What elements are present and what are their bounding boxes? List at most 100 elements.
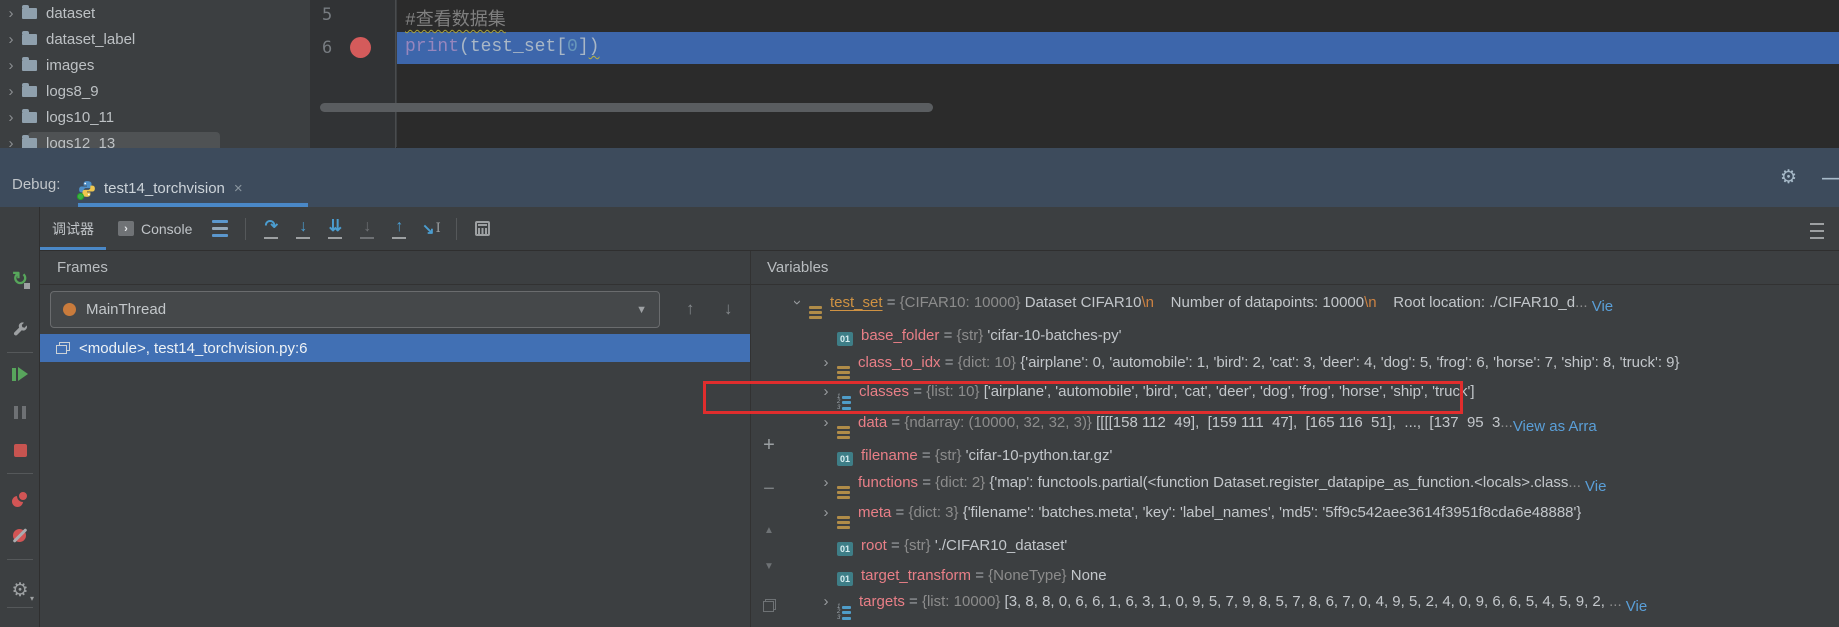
chevron-right-icon[interactable]: › — [0, 32, 22, 47]
variable-value-token: {'map': functools.partial(<function Data… — [989, 473, 1569, 491]
tab-console[interactable]: › Console — [106, 207, 204, 250]
view-link[interactable]: Vie — [1588, 298, 1613, 315]
editor-area: › dataset › dataset_label › images › logs8_9 › lo… — [0, 0, 1839, 148]
variable-row-targets[interactable]: › targets = {list: 10000} [3, 8, 8, 0, 6,… — [787, 591, 1839, 621]
tree-item-dataset[interactable]: › dataset — [0, 0, 310, 26]
variable-row-classes[interactable]: › classes = {list: 10} ['airplane', 'auto… — [787, 381, 1839, 411]
close-tab-icon[interactable]: × — [234, 180, 243, 197]
variable-row-functions[interactable]: › functions = {dict: 2} {'map': functools… — [787, 471, 1839, 501]
settings-gear-icon[interactable]: ⚙ ▾ — [4, 574, 36, 606]
chevron-collapsed-icon[interactable]: › — [815, 504, 837, 521]
equals-sign: = — [887, 413, 905, 431]
chevron-collapsed-icon[interactable]: › — [815, 383, 837, 400]
frame-icon — [56, 342, 70, 354]
editor-gutter[interactable]: 5 6 — [310, 0, 396, 148]
remove-watch-icon[interactable]: − — [753, 474, 785, 504]
variable-value-token: ... — [1575, 293, 1588, 311]
tab-debugger[interactable]: 调试器 — [40, 207, 106, 250]
equals-sign: = — [882, 293, 900, 311]
tree-item-label: images — [46, 56, 95, 74]
chevron-collapsed-icon[interactable]: › — [815, 414, 837, 431]
code-token: print — [405, 37, 460, 57]
rerun-icon[interactable]: ↻ — [4, 264, 36, 296]
variables-panel: Variables + − ▲ ▼ › test_set = {CIFAR10: 100… — [750, 251, 1839, 627]
previous-frame-icon[interactable]: ↑ — [686, 299, 695, 319]
debug-tab-title: test14_torchvision — [104, 180, 225, 197]
primitive-icon: 01 — [837, 541, 853, 556]
code-line-6[interactable]: print(test_set[0]) — [405, 37, 599, 57]
mute-breakpoints-icon[interactable] — [4, 520, 36, 552]
variable-content: › functions = {dict: 2} {'map': functools… — [815, 474, 1581, 499]
chevron-right-icon[interactable]: › — [0, 136, 22, 149]
variable-row-root[interactable]: 01 root = {str} './CIFAR10_dataset' — [787, 531, 1839, 561]
variable-name: classes — [859, 382, 910, 400]
view-link[interactable]: Vie — [1581, 478, 1606, 495]
chevron-collapsed-icon[interactable]: › — [815, 474, 837, 491]
chevron-right-icon[interactable]: › — [0, 84, 22, 99]
thread-selector[interactable]: MainThread ▼ — [50, 291, 660, 328]
variable-value-token: 'cifar-10-python.tar.gz' — [965, 446, 1113, 464]
variable-row-target_transform[interactable]: 01 target_transform = {NoneType} None — [787, 561, 1839, 591]
variable-row-test_set[interactable]: › test_set = {CIFAR10: 10000} Dataset CIF… — [787, 291, 1839, 321]
variable-row-base_folder[interactable]: 01 base_folder = {str} 'cifar-10-batches-… — [787, 321, 1839, 351]
view-link[interactable]: Vie — [1622, 598, 1647, 615]
next-frame-icon[interactable]: ↓ — [724, 299, 733, 319]
move-down-icon[interactable]: ▼ — [753, 551, 785, 581]
tree-item-images[interactable]: › images — [0, 52, 310, 78]
chevron-collapsed-icon[interactable]: › — [815, 354, 837, 371]
variables-tree[interactable]: › test_set = {CIFAR10: 10000} Dataset CIF… — [787, 291, 1839, 627]
step-over-icon[interactable]: ↷ — [255, 213, 287, 245]
run-to-cursor-icon[interactable]: ↘ I — [415, 213, 447, 245]
variable-value-token: [[[[158 112 49], [159 111 47], [165 116 … — [1096, 413, 1501, 431]
evaluate-expression-icon[interactable] — [466, 213, 498, 245]
chevron-right-icon[interactable]: › — [0, 6, 22, 21]
breakpoint-icon[interactable] — [350, 37, 371, 58]
settings-gear-icon[interactable]: ⚙ — [1780, 166, 1797, 189]
variable-row-filename[interactable]: 01 filename = {str} 'cifar-10-python.tar.… — [787, 441, 1839, 471]
stop-icon[interactable] — [4, 434, 36, 466]
hide-panel-icon[interactable]: — — [1822, 168, 1839, 188]
duplicate-icon[interactable] — [753, 590, 785, 620]
wrench-icon[interactable] — [4, 313, 36, 345]
tree-item-logs10_11[interactable]: › logs10_11 — [0, 104, 310, 130]
view-link[interactable]: View as Arra — [1513, 418, 1597, 435]
project-tree[interactable]: › dataset › dataset_label › images › logs8_9 › lo… — [0, 0, 310, 148]
line-number-6: 6 — [322, 38, 333, 58]
tree-item-dataset_label[interactable]: › dataset_label — [0, 26, 310, 52]
tree-item-logs8_9[interactable]: › logs8_9 — [0, 78, 310, 104]
tree-item-logs12_13[interactable]: › logs12_13 — [0, 130, 310, 148]
step-out-icon[interactable]: ↑ — [383, 213, 415, 245]
variable-value-token: {CIFAR10: 10000} — [899, 293, 1025, 311]
chevron-collapsed-icon[interactable]: › — [815, 593, 837, 610]
variable-row-data[interactable]: › data = {ndarray: (10000, 32, 32, 3)} [[… — [787, 411, 1839, 441]
add-watch-icon[interactable]: + — [753, 430, 785, 460]
code-token: (test_set[ — [459, 37, 568, 57]
variable-row-meta[interactable]: › meta = {dict: 3} {'filename': 'batches.… — [787, 501, 1839, 531]
stack-frame-row[interactable]: <module>, test14_torchvision.py:6 — [40, 334, 750, 362]
resume-icon[interactable] — [4, 358, 36, 390]
list-icon — [837, 395, 851, 410]
chevron-right-icon[interactable]: › — [0, 110, 22, 125]
variable-value-token: {dict: 3} — [908, 503, 963, 521]
step-into-icon[interactable]: ↓ — [287, 213, 319, 245]
chevron-right-icon[interactable]: › — [0, 58, 22, 73]
view-breakpoints-icon[interactable] — [4, 482, 36, 514]
layout-settings-icon[interactable] — [1801, 215, 1833, 247]
debug-session-tab[interactable]: test14_torchvision × — [77, 170, 308, 207]
tree-item-label: logs8_9 — [46, 82, 99, 100]
variable-name: base_folder — [861, 326, 940, 344]
step-out-block-icon[interactable]: ↓ — [351, 213, 383, 245]
pause-icon[interactable] — [4, 396, 36, 428]
variable-row-class_to_idx[interactable]: › class_to_idx = {dict: 10} {'airplane': … — [787, 351, 1839, 381]
force-step-into-icon[interactable]: ⇊ — [319, 213, 351, 245]
variable-name: class_to_idx — [858, 353, 941, 371]
code-editor[interactable]: #查看数据集 print(test_set[0]) — [320, 0, 1839, 148]
move-up-icon[interactable]: ▲ — [753, 515, 785, 545]
code-line-5[interactable]: #查看数据集 — [405, 5, 506, 31]
horizontal-scrollbar[interactable] — [320, 103, 933, 112]
chevron-expanded-icon[interactable]: › — [789, 295, 806, 310]
list-icon — [837, 605, 851, 620]
restore-layout-icon[interactable] — [204, 213, 236, 245]
object-icon — [837, 365, 850, 379]
